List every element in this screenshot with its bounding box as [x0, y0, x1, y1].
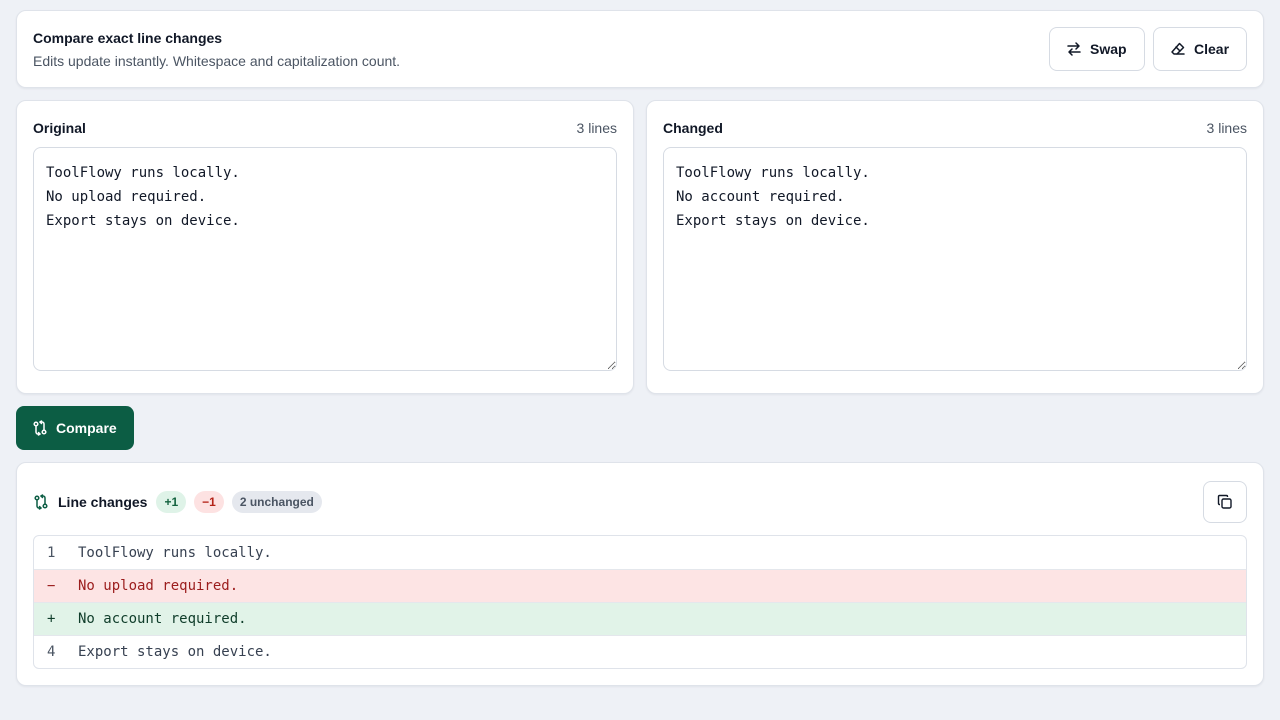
original-line-count: 3 lines — [576, 120, 617, 136]
original-textarea[interactable] — [33, 147, 617, 371]
copy-icon — [1217, 494, 1232, 509]
diff-text: No account required. — [78, 611, 247, 627]
header-card: Compare exact line changes Edits update … — [16, 10, 1264, 88]
diff-gutter: − — [47, 578, 56, 594]
page-title: Compare exact line changes — [33, 30, 223, 46]
diff-row: 4 Export stays on device. — [34, 635, 1246, 668]
diff-text: ToolFlowy runs locally. — [78, 544, 272, 561]
clear-button[interactable]: Clear — [1153, 27, 1247, 71]
diff-gutter: 4 — [47, 644, 56, 660]
changed-label: Changed — [663, 120, 723, 136]
removed-count-badge: −1 — [194, 491, 224, 513]
added-count-badge: +1 — [156, 491, 187, 513]
unchanged-count-badge: 2 unchanged — [231, 491, 322, 513]
compare-button-label: Compare — [56, 420, 117, 436]
diff-gutter: + — [47, 611, 56, 627]
diff-row-added: + No account required. — [34, 602, 1246, 635]
swap-button[interactable]: Swap — [1049, 27, 1145, 71]
compare-button[interactable]: Compare — [16, 406, 134, 450]
clear-button-label: Clear — [1194, 41, 1230, 57]
copy-button[interactable] — [1203, 481, 1247, 523]
eraser-icon — [1171, 42, 1185, 55]
original-label: Original — [33, 120, 86, 136]
results-header: Line changes +1 −1 2 unchanged — [33, 491, 322, 513]
results-title: Line changes — [58, 494, 148, 510]
swap-button-label: Swap — [1090, 41, 1127, 57]
results-card: Line changes +1 −1 2 unchanged 1 ToolFlo… — [16, 462, 1264, 686]
swap-arrows-icon — [1067, 42, 1081, 56]
diff-row: 1 ToolFlowy runs locally. — [34, 536, 1246, 569]
git-compare-icon — [33, 420, 47, 436]
diff-text: No upload required. — [78, 578, 239, 594]
changed-textarea[interactable] — [663, 147, 1247, 371]
git-compare-icon — [34, 494, 48, 510]
changed-pane: Changed 3 lines — [646, 100, 1264, 394]
diff-gutter: 1 — [47, 544, 56, 561]
original-pane: Original 3 lines — [16, 100, 634, 394]
changed-line-count: 3 lines — [1206, 120, 1247, 136]
diff-text: Export stays on device. — [78, 644, 272, 660]
page-subtitle: Edits update instantly. Whitespace and c… — [33, 53, 401, 69]
diff-table: 1 ToolFlowy runs locally. − No upload re… — [33, 535, 1247, 669]
diff-row-removed: − No upload required. — [34, 569, 1246, 602]
